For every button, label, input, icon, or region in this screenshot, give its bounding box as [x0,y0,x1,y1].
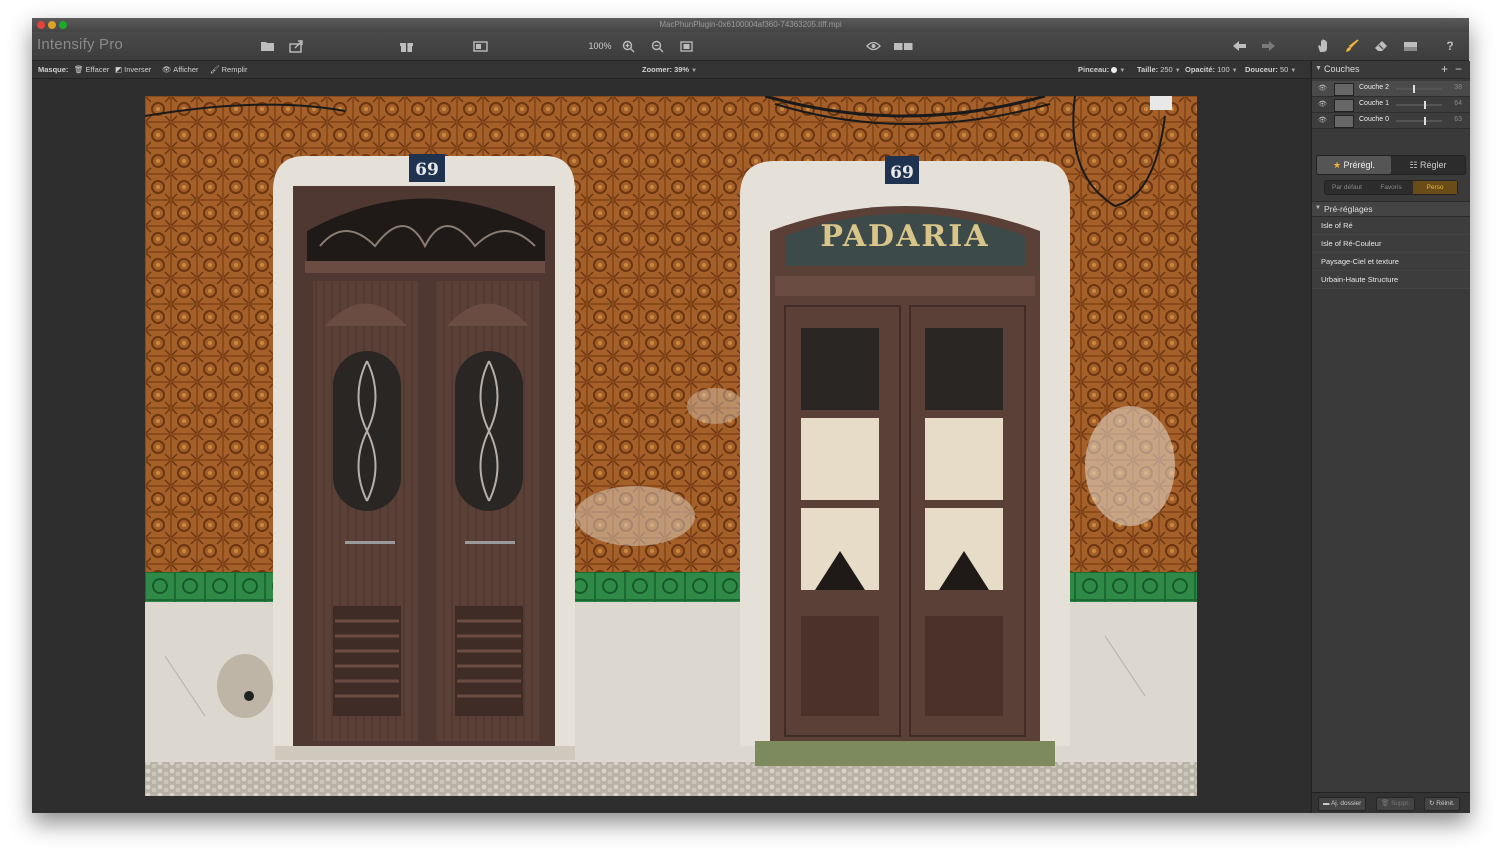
panel-tabs: ★ Prérégl. ☷ Régler [1316,155,1466,175]
visibility-eye-icon[interactable]: 👁 [1318,84,1327,92]
layer-name: Couche 0 [1359,116,1389,123]
image-canvas[interactable]: 69 PADARIA 69 [32,79,1310,813]
slider-knob[interactable] [1423,117,1426,125]
maximize-window-button[interactable] [59,21,67,29]
layers-header: ▼ Couches + − [1312,61,1470,79]
effacer-button[interactable]: 🗑 Effacer [74,65,109,74]
preview-eye-icon[interactable] [864,37,882,55]
subtab-custom[interactable]: Perso [1413,181,1457,194]
tab-adjust[interactable]: ☷ Régler [1391,156,1465,174]
layer-opacity-value: 64 [1454,100,1462,107]
remplir-button[interactable]: 🖌 Remplir [210,65,247,74]
options-bar: Masque: 🗑 Effacer ◩ Inverser 👁 Afficher … [32,61,1310,79]
visibility-eye-icon[interactable]: 👁 [1318,100,1327,108]
opacity-control[interactable]: Opacité: 100 ▼ [1185,65,1238,74]
subtab-favorites[interactable]: Favoris [1369,181,1413,194]
afficher-button[interactable]: 👁 Afficher [162,65,199,74]
app-name: Intensify Pro [37,36,123,53]
hand-tool-icon[interactable] [1314,37,1332,55]
layer-row[interactable]: 👁 Couche 1 64 [1312,97,1470,113]
add-folder-button[interactable]: ▬ Aj. dossier [1318,797,1367,811]
right-house-number: 69 [890,163,914,183]
layer-thumbnail [1334,99,1354,112]
preset-subtabs: Par défaut Favoris Perso [1324,180,1458,195]
zoom-100-button[interactable]: 100% [588,37,612,55]
undo-icon[interactable] [1230,37,1248,55]
layer-row[interactable]: 👁 Couche 0 63 [1312,113,1470,129]
layer-opacity-slider[interactable] [1396,117,1442,125]
size-control[interactable]: Taille: 250 ▼ [1137,65,1181,74]
layer-name: Couche 2 [1359,84,1389,91]
zoom-control[interactable]: Zoomer: 39% ▼ [642,65,697,74]
add-layer-button[interactable]: + [1441,62,1448,76]
sliders-icon: ☷ [1409,160,1418,170]
visibility-eye-icon[interactable]: 👁 [1318,116,1327,124]
inverser-button[interactable]: ◩ Inverser [115,65,151,74]
subtab-default[interactable]: Par défaut [1325,181,1369,194]
layer-name: Couche 1 [1359,100,1389,107]
help-icon[interactable]: ? [1442,37,1458,55]
softness-control[interactable]: Douceur: 50 ▼ [1245,65,1296,74]
layers-title: Couches [1324,64,1360,74]
layer-opacity-value: 63 [1454,116,1462,123]
minimize-window-button[interactable] [48,21,56,29]
eraser-tool-icon[interactable] [1372,37,1390,55]
right-panel: ▼ Couches + − 👁 Couche 2 38 👁 Couche 1 64 👁 Cou… [1311,61,1470,813]
delete-button[interactable]: 🗑 Suppr. [1376,797,1415,811]
collapse-triangle-icon: ▼ [1315,205,1321,211]
app-window: MacPhunPlugin-0x6100004af360-74363205.ti… [32,18,1470,813]
preset-item[interactable]: Urbain-Haute Structure [1312,271,1470,289]
zoom-in-icon[interactable] [620,37,636,55]
tab-presets[interactable]: ★ Prérégl. [1317,156,1391,174]
slider-knob[interactable] [1424,101,1427,109]
slider-knob[interactable] [1412,85,1415,93]
layer-row[interactable]: 👁 Couche 2 38 [1312,81,1470,97]
reset-button[interactable]: ↻ Réinit. [1424,797,1460,811]
layer-opacity-slider[interactable] [1396,85,1442,93]
zoom-out-icon[interactable] [649,37,665,55]
layer-opacity-slider[interactable] [1396,101,1442,109]
brush-selector[interactable]: Pinceau: ▼ [1078,65,1125,74]
panel-footer: ▬ Aj. dossier 🗑 Suppr. ↻ Réinit. [1312,792,1470,813]
gift-icon[interactable] [397,37,415,55]
presets-header[interactable]: ▼ Pré-réglages [1312,201,1470,217]
fit-icon[interactable] [678,37,694,55]
redo-icon[interactable] [1259,37,1277,55]
left-house-number: 69 [415,160,439,180]
padaria-sign-text: PADARIA [820,219,989,254]
open-icon[interactable] [258,37,276,55]
preset-item[interactable]: Isle of Ré-Couleur [1312,235,1470,253]
photo-illustration: 69 PADARIA 69 [145,96,1197,796]
share-icon[interactable] [287,37,305,55]
gradient-tool-icon[interactable] [1401,37,1419,55]
presets-title: Pré-réglages [1324,204,1373,214]
remove-layer-button[interactable]: − [1455,62,1462,76]
close-window-button[interactable] [37,21,45,29]
title-bar: MacPhunPlugin-0x6100004af360-74363205.ti… [32,18,1469,32]
layer-thumbnail [1334,83,1354,96]
layer-opacity-value: 38 [1454,84,1462,91]
preset-item[interactable]: Paysage-Ciel et texture [1312,253,1470,271]
brush-tool-icon[interactable] [1343,37,1361,55]
window-title: MacPhunPlugin-0x6100004af360-74363205.ti… [659,20,842,29]
collapse-triangle-icon[interactable]: ▼ [1315,65,1322,72]
split-view-icon[interactable] [892,37,914,55]
compare-icon[interactable] [471,37,489,55]
layer-thumbnail [1334,115,1354,128]
star-icon: ★ [1332,160,1342,170]
mask-label: Masque: [38,65,69,74]
photo: 69 PADARIA 69 [145,96,1197,796]
preset-item[interactable]: Isle of Ré [1312,217,1470,235]
main-toolbar: Intensify Pro 100% ? [32,32,1469,61]
